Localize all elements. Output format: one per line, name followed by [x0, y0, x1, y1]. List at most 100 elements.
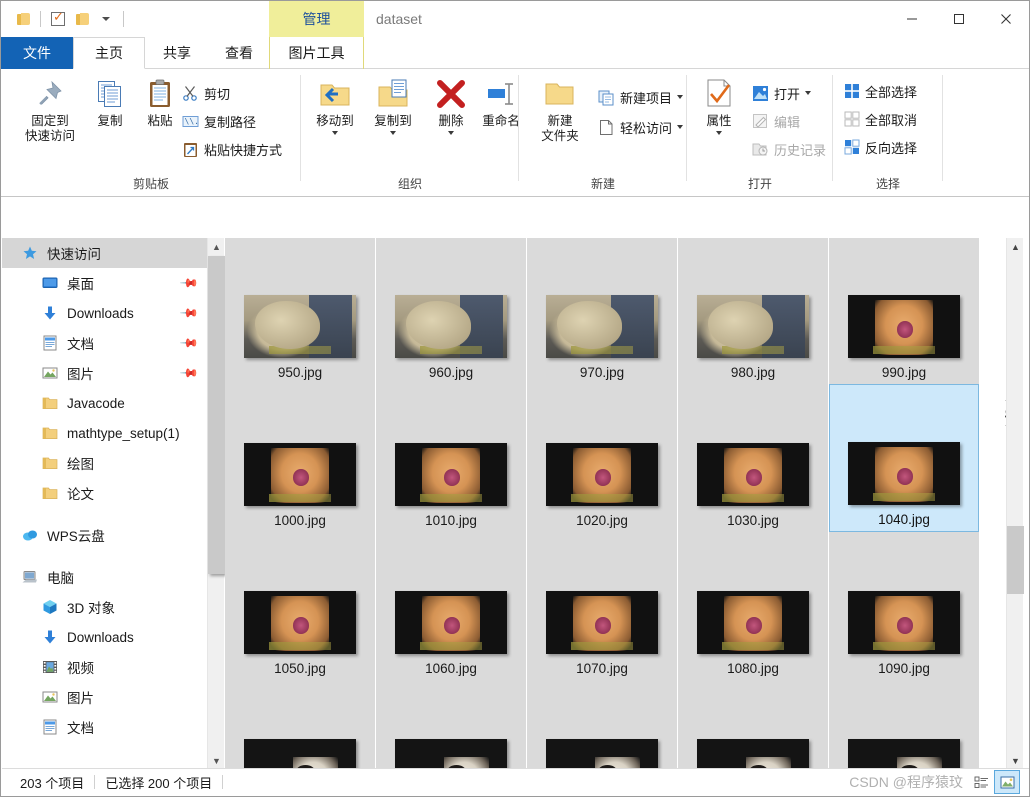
cut-button[interactable]: 剪切	[179, 81, 233, 105]
sidebar-item-pictures-pc[interactable]: 图片	[2, 682, 207, 712]
properties-check-icon[interactable]	[46, 7, 70, 31]
move-to-button[interactable]: 移动到	[306, 77, 364, 169]
copy-to-dropdown-icon[interactable]	[390, 131, 396, 135]
sidebar-item-wps-cloud[interactable]: WPS云盘	[2, 520, 207, 550]
sidebar-item-label: Downloads	[67, 629, 134, 645]
file-item[interactable]: 1090.jpg	[829, 532, 979, 680]
pin-icon[interactable]: 📌	[179, 273, 199, 293]
large-icons-view-icon[interactable]	[994, 770, 1020, 794]
file-name-label: 1010.jpg	[425, 513, 477, 528]
properties-button[interactable]: 属性	[693, 77, 745, 169]
grid-scroll-down-icon[interactable]: ▼	[1007, 752, 1024, 769]
sidebar-item-javacode[interactable]: Javacode	[2, 388, 207, 418]
sidebar-item-huitu[interactable]: 绘图	[2, 448, 207, 478]
new-folder-icon[interactable]	[70, 7, 94, 31]
file-item[interactable]: 1000.jpg	[225, 384, 375, 532]
tab-file[interactable]: 文件	[1, 37, 73, 69]
select-all-button[interactable]: 全部选择	[841, 79, 920, 103]
tab-view[interactable]: 查看	[209, 37, 269, 69]
easy-access-button[interactable]: 轻松访问	[595, 115, 686, 139]
file-item[interactable]: 1120.jpg	[527, 680, 677, 769]
file-item[interactable]: 1100.jpg	[225, 680, 375, 769]
minimize-icon[interactable]	[888, 1, 935, 37]
file-item[interactable]: 1050.jpg	[225, 532, 375, 680]
file-item[interactable]: 1040.jpg	[829, 384, 979, 532]
sidebar-item-pictures[interactable]: 图片 📌	[2, 358, 207, 388]
tab-picture-tools[interactable]: 图片工具	[269, 37, 364, 69]
edit-button[interactable]: 编辑	[749, 109, 803, 133]
pin-to-quick-access-button[interactable]: 固定到 快速访问	[19, 77, 81, 169]
file-item[interactable]: 1030.jpg	[678, 384, 828, 532]
grid-scroll-up-icon[interactable]: ▲	[1007, 238, 1024, 255]
file-item[interactable]: 1060.jpg	[376, 532, 526, 680]
sidebar-item-mathtype-setup[interactable]: mathtype_setup(1)	[2, 418, 207, 448]
nav-scroll-up-icon[interactable]: ▲	[208, 238, 225, 255]
new-item-button[interactable]: 新建项目	[595, 85, 686, 109]
file-item[interactable]: 980.jpg	[678, 238, 828, 384]
management-contextual-tab[interactable]: 管理	[269, 1, 364, 37]
copy-path-button[interactable]: \\.. 复制路径	[179, 109, 259, 133]
move-to-dropdown-icon[interactable]	[332, 131, 338, 135]
copy-path-icon: \\..	[182, 115, 200, 127]
pin-icon[interactable]: 📌	[179, 303, 199, 323]
navigation-pane-scrollbar[interactable]: ▲ ▼	[207, 238, 225, 769]
new-folder-label: 新建 文件夹	[541, 114, 579, 143]
nav-scroll-thumb[interactable]	[208, 256, 225, 574]
select-none-button[interactable]: 全部取消	[841, 107, 920, 131]
new-folder-button[interactable]: 新建 文件夹	[531, 77, 589, 169]
history-button[interactable]: 历史记录	[749, 137, 829, 161]
easy-access-dropdown-icon[interactable]	[677, 125, 684, 129]
copy-to-button[interactable]: 复制到	[364, 77, 422, 169]
copy-icon	[98, 81, 121, 107]
sidebar-item-desktop[interactable]: 桌面 📌	[2, 268, 207, 298]
new-item-dropdown-icon[interactable]	[677, 95, 684, 99]
sidebar-item-quick-access[interactable]: 快速访问	[2, 238, 207, 268]
file-item[interactable]: 990.jpg	[829, 238, 979, 384]
file-name-label: 1080.jpg	[727, 661, 779, 676]
file-item[interactable]: 1020.jpg	[527, 384, 677, 532]
maximize-icon[interactable]	[935, 1, 982, 37]
file-item[interactable]: 1110.jpg	[376, 680, 526, 769]
paste-shortcut-button[interactable]: 粘贴快捷方式	[179, 137, 285, 161]
open-dropdown-icon[interactable]	[805, 91, 812, 95]
pin-icon[interactable]: 📌	[179, 333, 199, 353]
properties-dropdown-icon[interactable]	[716, 131, 722, 135]
details-view-icon[interactable]	[969, 771, 993, 793]
pictures-icon	[40, 363, 60, 383]
file-item[interactable]: 950.jpg	[225, 238, 375, 384]
invert-selection-button[interactable]: 反向选择	[841, 135, 920, 159]
sidebar-item-lunwen[interactable]: 论文	[2, 478, 207, 508]
sidebar-item-documents[interactable]: 文档 📌	[2, 328, 207, 358]
close-icon[interactable]	[982, 1, 1029, 37]
file-name-label: 1060.jpg	[425, 661, 477, 676]
file-item[interactable]: 1130.jpg	[678, 680, 828, 769]
sidebar-item-this-pc[interactable]: 电脑	[2, 562, 207, 592]
file-item[interactable]: 1080.jpg	[678, 532, 828, 680]
customize-qat-icon[interactable]	[94, 7, 118, 31]
pin-icon	[39, 80, 62, 105]
delete-button[interactable]: 删除	[427, 77, 475, 169]
grid-scroll-thumb[interactable]	[1007, 526, 1024, 594]
sidebar-item-downloads[interactable]: Downloads 📌	[2, 298, 207, 328]
file-item[interactable]: 1140.jpg	[829, 680, 979, 769]
sidebar-item-videos[interactable]: 视频	[2, 652, 207, 682]
file-list-scrollbar[interactable]: ▲ ▼	[1006, 238, 1024, 769]
file-item[interactable]: 960.jpg	[376, 238, 526, 384]
file-item[interactable]: 1070.jpg	[527, 532, 677, 680]
delete-dropdown-icon[interactable]	[448, 131, 454, 135]
navigation-pane[interactable]: 快速访问 桌面 📌 Downloads 📌 文档 📌 图片 📌 Javacode mathtype_…	[2, 238, 207, 769]
sidebar-item-downloads-pc[interactable]: Downloads	[2, 622, 207, 652]
file-list-view[interactable]: 950.jpg 960.jpg 970.jpg 980.jpg 990.jpg 1000.…	[225, 238, 1005, 769]
tab-home[interactable]: 主页	[73, 37, 145, 69]
sidebar-item-documents-pc[interactable]: 文档	[2, 712, 207, 742]
file-item[interactable]: 1010.jpg	[376, 384, 526, 532]
folder-icon[interactable]	[11, 7, 35, 31]
svg-text:\\..: \\..	[185, 117, 200, 126]
tab-share[interactable]: 共享	[145, 37, 209, 69]
nav-scroll-down-icon[interactable]: ▼	[208, 752, 225, 769]
open-button[interactable]: 打开	[749, 81, 814, 105]
pin-icon[interactable]: 📌	[179, 363, 199, 383]
sidebar-item-3d-objects[interactable]: 3D 对象	[2, 592, 207, 622]
file-item[interactable]: 970.jpg	[527, 238, 677, 384]
thumbnail-watermark	[872, 346, 936, 354]
